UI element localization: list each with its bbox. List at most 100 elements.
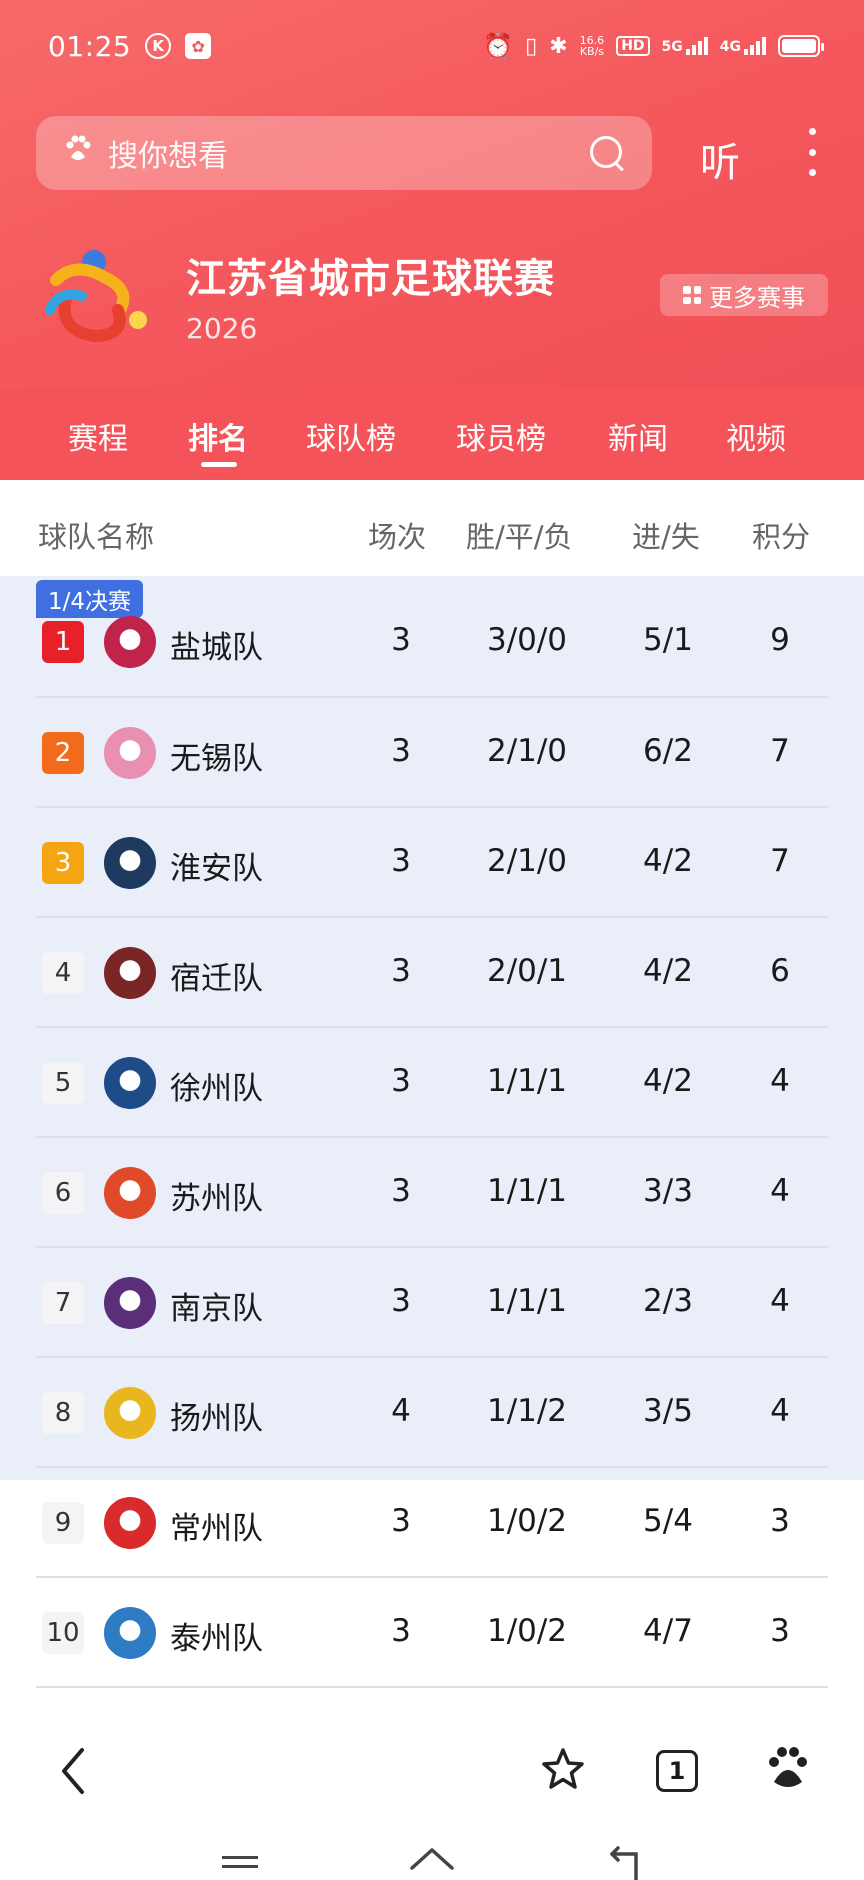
network-speed: 16.6 KB/s bbox=[580, 35, 605, 57]
paw-icon[interactable] bbox=[766, 1744, 810, 1792]
search-placeholder: 搜你想看 bbox=[108, 139, 228, 174]
team-logo bbox=[104, 947, 156, 999]
team-logo bbox=[104, 727, 156, 779]
baidu-notification-icon: ✿ bbox=[185, 33, 212, 59]
search-icon[interactable] bbox=[588, 134, 626, 172]
team-name: 徐州队 bbox=[170, 1071, 263, 1107]
rank-badge: 7 bbox=[42, 1282, 84, 1324]
team-name: 无锡队 bbox=[170, 741, 263, 777]
team-logo bbox=[104, 1497, 156, 1549]
battery-icon bbox=[778, 35, 824, 57]
points-cell: 3 bbox=[770, 1613, 790, 1649]
listen-button[interactable]: 听 bbox=[700, 130, 740, 188]
more-options-icon[interactable] bbox=[804, 128, 820, 176]
played-cell: 3 bbox=[391, 1613, 411, 1649]
table-row[interactable]: 1 盐城队 3 3/0/0 5/1 9 bbox=[0, 576, 864, 698]
signal-bars-icon bbox=[685, 37, 708, 55]
team-name: 淮安队 bbox=[170, 851, 263, 887]
team-name: 泰州队 bbox=[170, 1621, 263, 1657]
bluetooth-icon: ✱ bbox=[549, 33, 568, 59]
wdl-cell: 3/0/0 bbox=[486, 622, 568, 658]
goals-cell: 3/3 bbox=[643, 1173, 693, 1209]
header-played: 场次 bbox=[368, 520, 427, 554]
played-cell: 3 bbox=[391, 1173, 411, 1209]
tab-standings[interactable]: 排名 bbox=[188, 414, 248, 458]
team-name: 盐城队 bbox=[170, 630, 263, 666]
team-name: 扬州队 bbox=[170, 1401, 263, 1437]
tab-news[interactable]: 新闻 bbox=[608, 414, 668, 458]
rank-badge: 9 bbox=[42, 1502, 84, 1544]
table-row[interactable]: 3 淮安队 3 2/1/0 4/2 7 bbox=[0, 808, 864, 918]
tab-schedule[interactable]: 赛程 bbox=[68, 414, 128, 458]
rank-badge: 10 bbox=[42, 1612, 84, 1654]
team-logo bbox=[104, 1277, 156, 1329]
played-cell: 3 bbox=[391, 622, 411, 658]
goals-cell: 3/5 bbox=[643, 1393, 693, 1429]
team-logo bbox=[104, 837, 156, 889]
active-tab-indicator bbox=[201, 462, 237, 467]
team-logo bbox=[104, 1387, 156, 1439]
league-title: 江苏省城市足球联赛 bbox=[186, 256, 555, 302]
recent-apps-icon[interactable] bbox=[222, 1856, 258, 1868]
wdl-cell: 2/0/1 bbox=[486, 953, 568, 989]
more-events-button[interactable]: 更多赛事 bbox=[660, 274, 828, 316]
table-row[interactable]: 2 无锡队 3 2/1/0 6/2 7 bbox=[0, 698, 864, 808]
signal-bars-icon bbox=[744, 37, 766, 55]
goals-cell: 4/7 bbox=[643, 1613, 693, 1649]
system-navigation-bar bbox=[0, 1826, 864, 1880]
wdl-cell: 1/1/1 bbox=[486, 1063, 568, 1099]
points-cell: 3 bbox=[770, 1503, 790, 1539]
header-wdl: 胜/平/负 bbox=[466, 520, 573, 554]
wdl-cell: 1/1/2 bbox=[486, 1393, 568, 1429]
row-divider bbox=[36, 1686, 828, 1688]
system-back-icon[interactable] bbox=[604, 1844, 644, 1880]
played-cell: 3 bbox=[391, 1503, 411, 1539]
goals-cell: 4/2 bbox=[643, 843, 693, 879]
tab-team-rankings[interactable]: 球队榜 bbox=[306, 414, 396, 458]
header-goals: 进/失 bbox=[632, 520, 700, 554]
goals-cell: 5/1 bbox=[643, 622, 693, 658]
sim1-label: 5G bbox=[661, 39, 683, 55]
played-cell: 3 bbox=[391, 843, 411, 879]
team-name: 南京队 bbox=[170, 1291, 263, 1327]
sim2-signal: 4G bbox=[720, 37, 766, 55]
browser-toolbar: 1 bbox=[0, 1716, 864, 1826]
tabs-icon[interactable]: 1 bbox=[656, 1750, 698, 1792]
rank-badge: 3 bbox=[42, 842, 84, 884]
more-events-label: 更多赛事 bbox=[709, 283, 805, 312]
table-row[interactable]: 5 徐州队 3 1/1/1 4/2 4 bbox=[0, 1028, 864, 1138]
table-row[interactable]: 10 泰州队 3 1/0/2 4/7 3 bbox=[0, 1578, 864, 1688]
rank-badge: 8 bbox=[42, 1392, 84, 1434]
status-bar: 01:25 K ✿ ⏰ ▯ ✱ 16.6 KB/s HD 5G 4G bbox=[0, 0, 864, 92]
table-row[interactable]: 7 南京队 3 1/1/1 2/3 4 bbox=[0, 1248, 864, 1358]
network-speed-unit: KB/s bbox=[579, 45, 605, 58]
home-icon[interactable] bbox=[408, 1844, 456, 1880]
rank-badge: 6 bbox=[42, 1172, 84, 1214]
search-bar[interactable]: 搜你想看 bbox=[36, 116, 652, 190]
team-name: 常州队 bbox=[170, 1511, 263, 1547]
sim1-signal: 5G bbox=[662, 37, 708, 55]
tab-player-rankings[interactable]: 球员榜 bbox=[456, 414, 546, 458]
tab-videos[interactable]: 视频 bbox=[726, 414, 786, 458]
header-points: 积分 bbox=[752, 520, 811, 554]
table-row[interactable]: 4 宿迁队 3 2/0/1 4/2 6 bbox=[0, 918, 864, 1028]
wdl-cell: 1/1/1 bbox=[486, 1173, 568, 1209]
goals-cell: 5/4 bbox=[643, 1503, 693, 1539]
goals-cell: 4/2 bbox=[643, 1063, 693, 1099]
star-icon[interactable] bbox=[540, 1746, 586, 1792]
tab-bar: 赛程 排名 球队榜 球员榜 新闻 视频 bbox=[0, 388, 864, 480]
hd-badge: HD bbox=[616, 36, 650, 56]
back-icon[interactable] bbox=[58, 1746, 88, 1796]
goals-cell: 4/2 bbox=[643, 953, 693, 989]
table-row[interactable]: 9 常州队 3 1/0/2 5/4 3 bbox=[0, 1468, 864, 1578]
points-cell: 7 bbox=[770, 843, 790, 879]
league-logo bbox=[45, 250, 147, 343]
table-row[interactable]: 6 苏州队 3 1/1/1 3/3 4 bbox=[0, 1138, 864, 1248]
played-cell: 4 bbox=[391, 1393, 411, 1429]
goals-cell: 2/3 bbox=[643, 1283, 693, 1319]
points-cell: 4 bbox=[770, 1283, 790, 1319]
table-row[interactable]: 8 扬州队 4 1/1/2 3/5 4 bbox=[0, 1358, 864, 1468]
league-season: 2026 bbox=[186, 312, 258, 345]
baidu-paw-icon bbox=[62, 133, 94, 173]
rank-badge: 5 bbox=[42, 1062, 84, 1104]
